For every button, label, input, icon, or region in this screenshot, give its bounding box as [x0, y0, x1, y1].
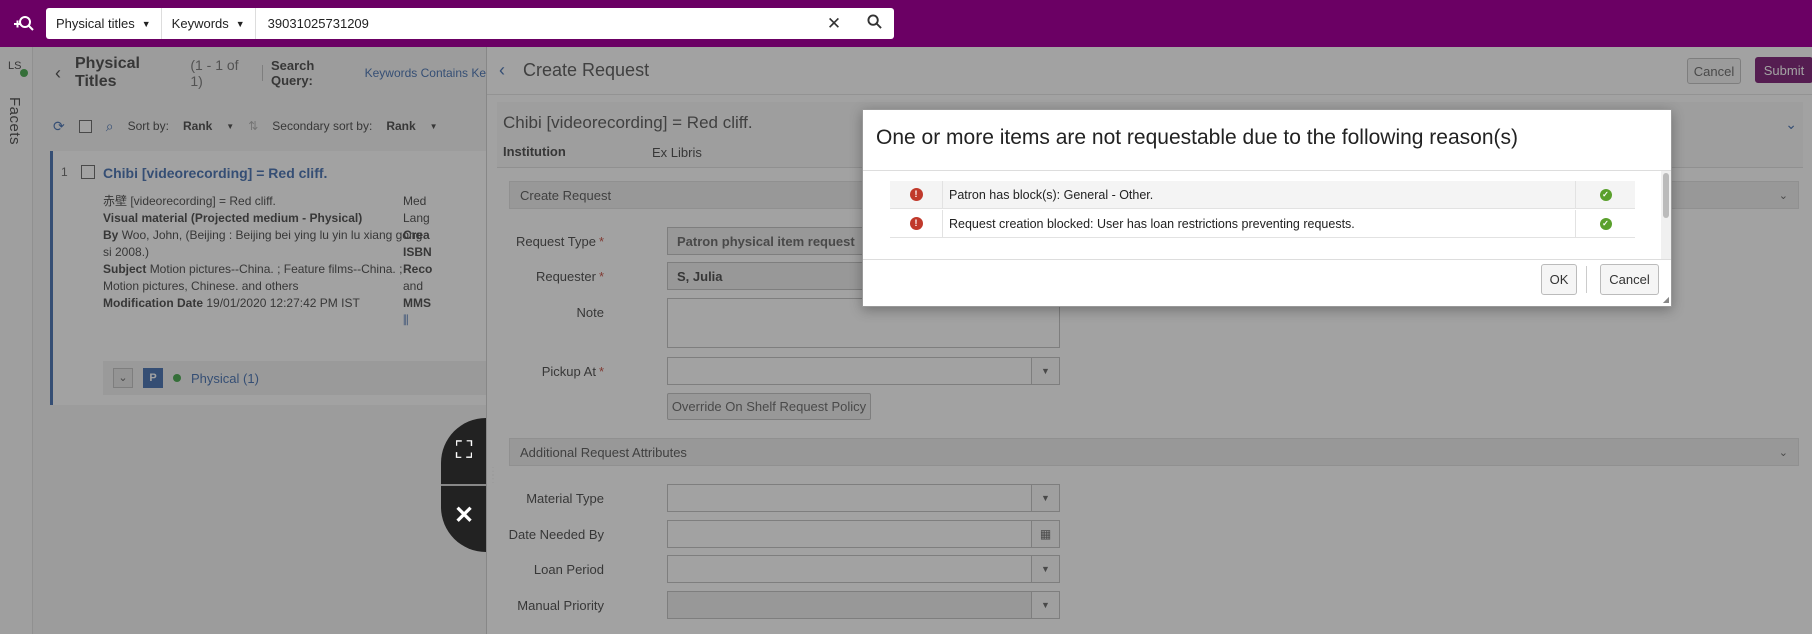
- divider: [441, 484, 486, 486]
- scrollbar[interactable]: [1661, 171, 1671, 259]
- top-bar: Physical titles ▼ Keywords ▼ 3903102573120…: [0, 0, 1812, 47]
- search-icon[interactable]: [854, 13, 894, 34]
- reason-text: Patron has block(s): General - Other.: [942, 180, 1575, 209]
- reason-row: ! Request creation blocked: User has loa…: [890, 209, 1635, 238]
- scrollbar-thumb[interactable]: [1663, 173, 1669, 218]
- search-field-dropdown[interactable]: Keywords ▼: [162, 8, 256, 39]
- panel-controls: ⛶ ✕: [441, 418, 486, 552]
- search-box: Physical titles ▼ Keywords ▼ 3903102573120…: [46, 8, 894, 39]
- advanced-search-icon[interactable]: [12, 12, 36, 36]
- error-icon: !: [909, 217, 923, 230]
- reason-row: ! Patron has block(s): General - Other. …: [890, 180, 1635, 209]
- error-icon: !: [909, 188, 923, 201]
- dialog-title: One or more items are not requestable du…: [876, 126, 1519, 149]
- dialog-cancel-button[interactable]: Cancel: [1600, 264, 1659, 295]
- reason-text: Request creation blocked: User has loan …: [942, 209, 1575, 238]
- resize-handle-icon[interactable]: ⋮ ⋮ ⋮: [488, 467, 498, 500]
- check-icon: ✓: [1599, 188, 1612, 201]
- search-type-dropdown[interactable]: Physical titles ▼: [46, 8, 162, 39]
- close-icon[interactable]: ✕: [451, 503, 477, 529]
- ok-button[interactable]: OK: [1541, 264, 1577, 295]
- expand-icon[interactable]: ⛶: [451, 438, 477, 464]
- resize-grip-icon[interactable]: ◢: [1663, 295, 1669, 304]
- caret-down-icon: ▼: [141, 18, 151, 29]
- reasons-list: ! Patron has block(s): General - Other. …: [863, 170, 1671, 260]
- divider: [1586, 266, 1587, 293]
- clear-icon[interactable]: ✕: [814, 14, 854, 34]
- check-icon: ✓: [1599, 217, 1612, 230]
- not-requestable-dialog: One or more items are not requestable du…: [862, 109, 1672, 307]
- caret-down-icon: ▼: [235, 18, 245, 29]
- search-input[interactable]: 39031025731209: [256, 16, 814, 31]
